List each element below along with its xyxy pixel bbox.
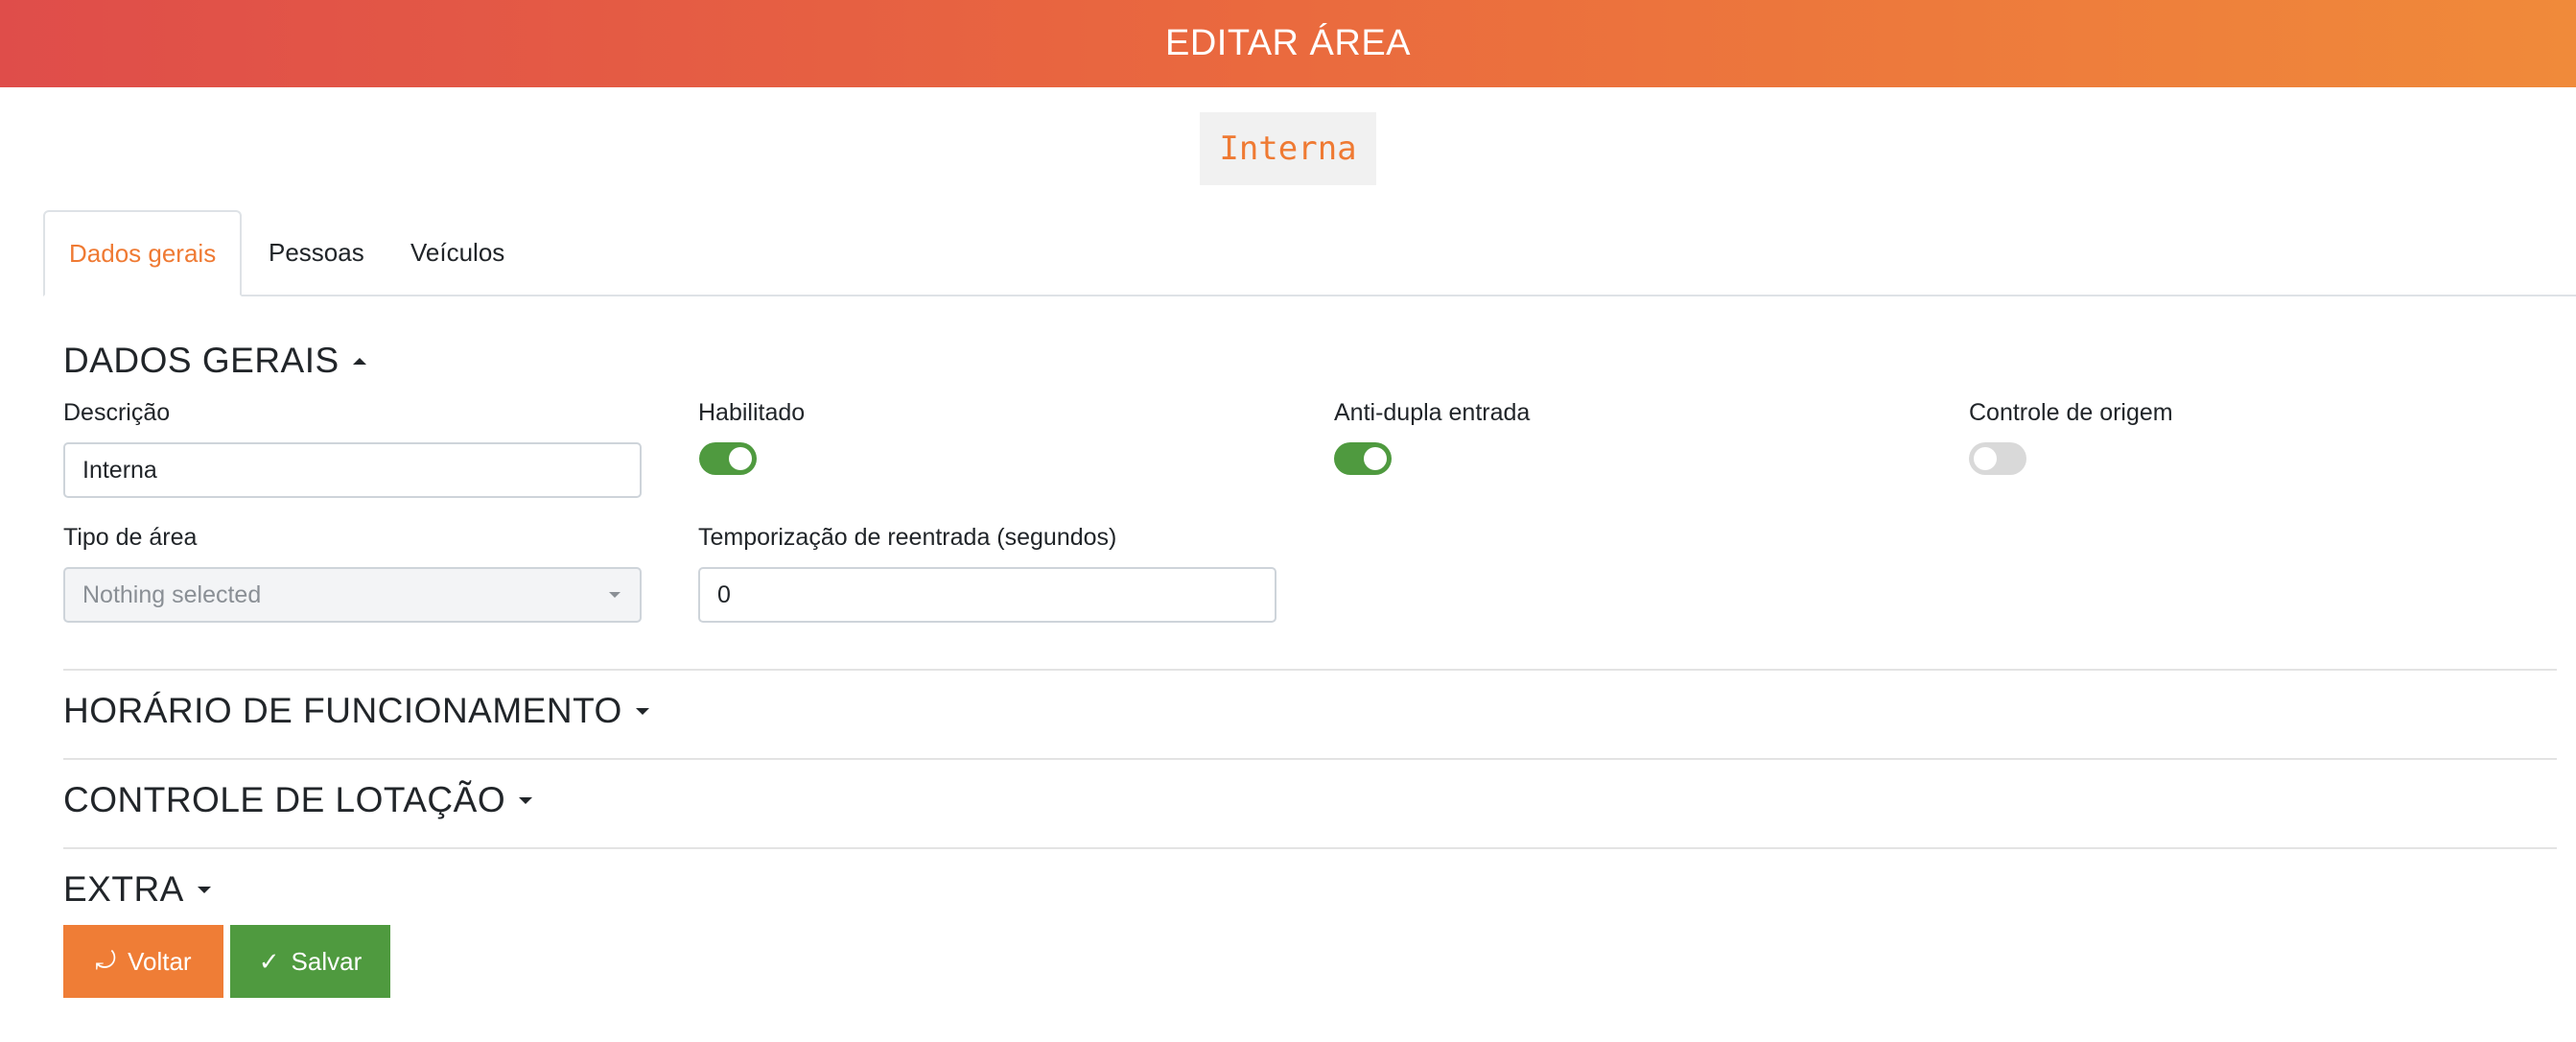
tab-label: Dados gerais [69,238,217,268]
caret-down-icon [197,886,211,893]
section-divider [63,669,2557,671]
descricao-input[interactable]: Interna [63,442,642,498]
caret-down-icon [635,707,649,715]
temporizacao-input[interactable]: 0 [698,567,1276,623]
section-dados-gerais-toggle[interactable]: DADOS GERAIS [63,341,366,381]
habilitado-toggle[interactable] [699,442,757,475]
habilitado-label: Habilitado [698,399,806,426]
tipo-area-select[interactable]: Nothing selected [63,567,642,623]
tipo-area-selected-value: Nothing selected [82,580,262,608]
save-button[interactable]: ✓ Salvar [230,925,390,998]
controle-origem-toggle[interactable] [1969,442,2026,475]
section-title-text: DADOS GERAIS [63,341,340,380]
save-button-label: Salvar [291,946,363,976]
return-arrow-icon: ⤾ [95,946,117,975]
section-title-text: HORÁRIO DE FUNCIONAMENTO [63,691,622,730]
back-button[interactable]: ⤾ Voltar [63,925,223,998]
section-title-text: EXTRA [63,869,184,909]
page-title: EDITAR ÁREA [1164,23,1412,63]
toggle-knob [1364,447,1387,470]
descricao-label: Descrição [63,399,171,426]
section-lotacao-toggle[interactable]: CONTROLE DE LOTAÇÃO [63,780,533,820]
tab-label: Pessoas [269,237,364,267]
area-name-badge: Interna [1200,112,1376,185]
section-horario-toggle[interactable]: HORÁRIO DE FUNCIONAMENTO [63,691,649,731]
caret-down-icon [519,796,533,804]
controle-origem-label: Controle de origem [1969,399,2173,426]
page-header: EDITAR ÁREA [0,0,2576,87]
anti-dupla-label: Anti-dupla entrada [1334,399,1531,426]
toggle-knob [1974,447,1997,470]
tab-dados-gerais[interactable]: Dados gerais [43,210,243,296]
anti-dupla-toggle[interactable] [1334,442,1392,475]
section-extra-toggle[interactable]: EXTRA [63,869,211,910]
chevron-down-icon [609,592,621,598]
section-divider [63,758,2557,760]
check-icon: ✓ [258,946,280,976]
caret-up-icon [352,357,366,365]
back-button-label: Voltar [128,946,192,976]
temporizacao-label: Temporização de reentrada (segundos) [698,524,1117,551]
section-divider [63,847,2557,849]
tipo-area-label: Tipo de área [63,524,198,551]
tab-label: Veículos [410,237,505,267]
tab-pessoas[interactable]: Pessoas [269,210,364,295]
tab-bar: Dados gerais Pessoas Veículos [43,210,2576,296]
area-badge-container: Interna [0,112,2576,185]
tab-veiculos[interactable]: Veículos [410,210,504,295]
toggle-knob [729,447,752,470]
section-title-text: CONTROLE DE LOTAÇÃO [63,780,506,819]
